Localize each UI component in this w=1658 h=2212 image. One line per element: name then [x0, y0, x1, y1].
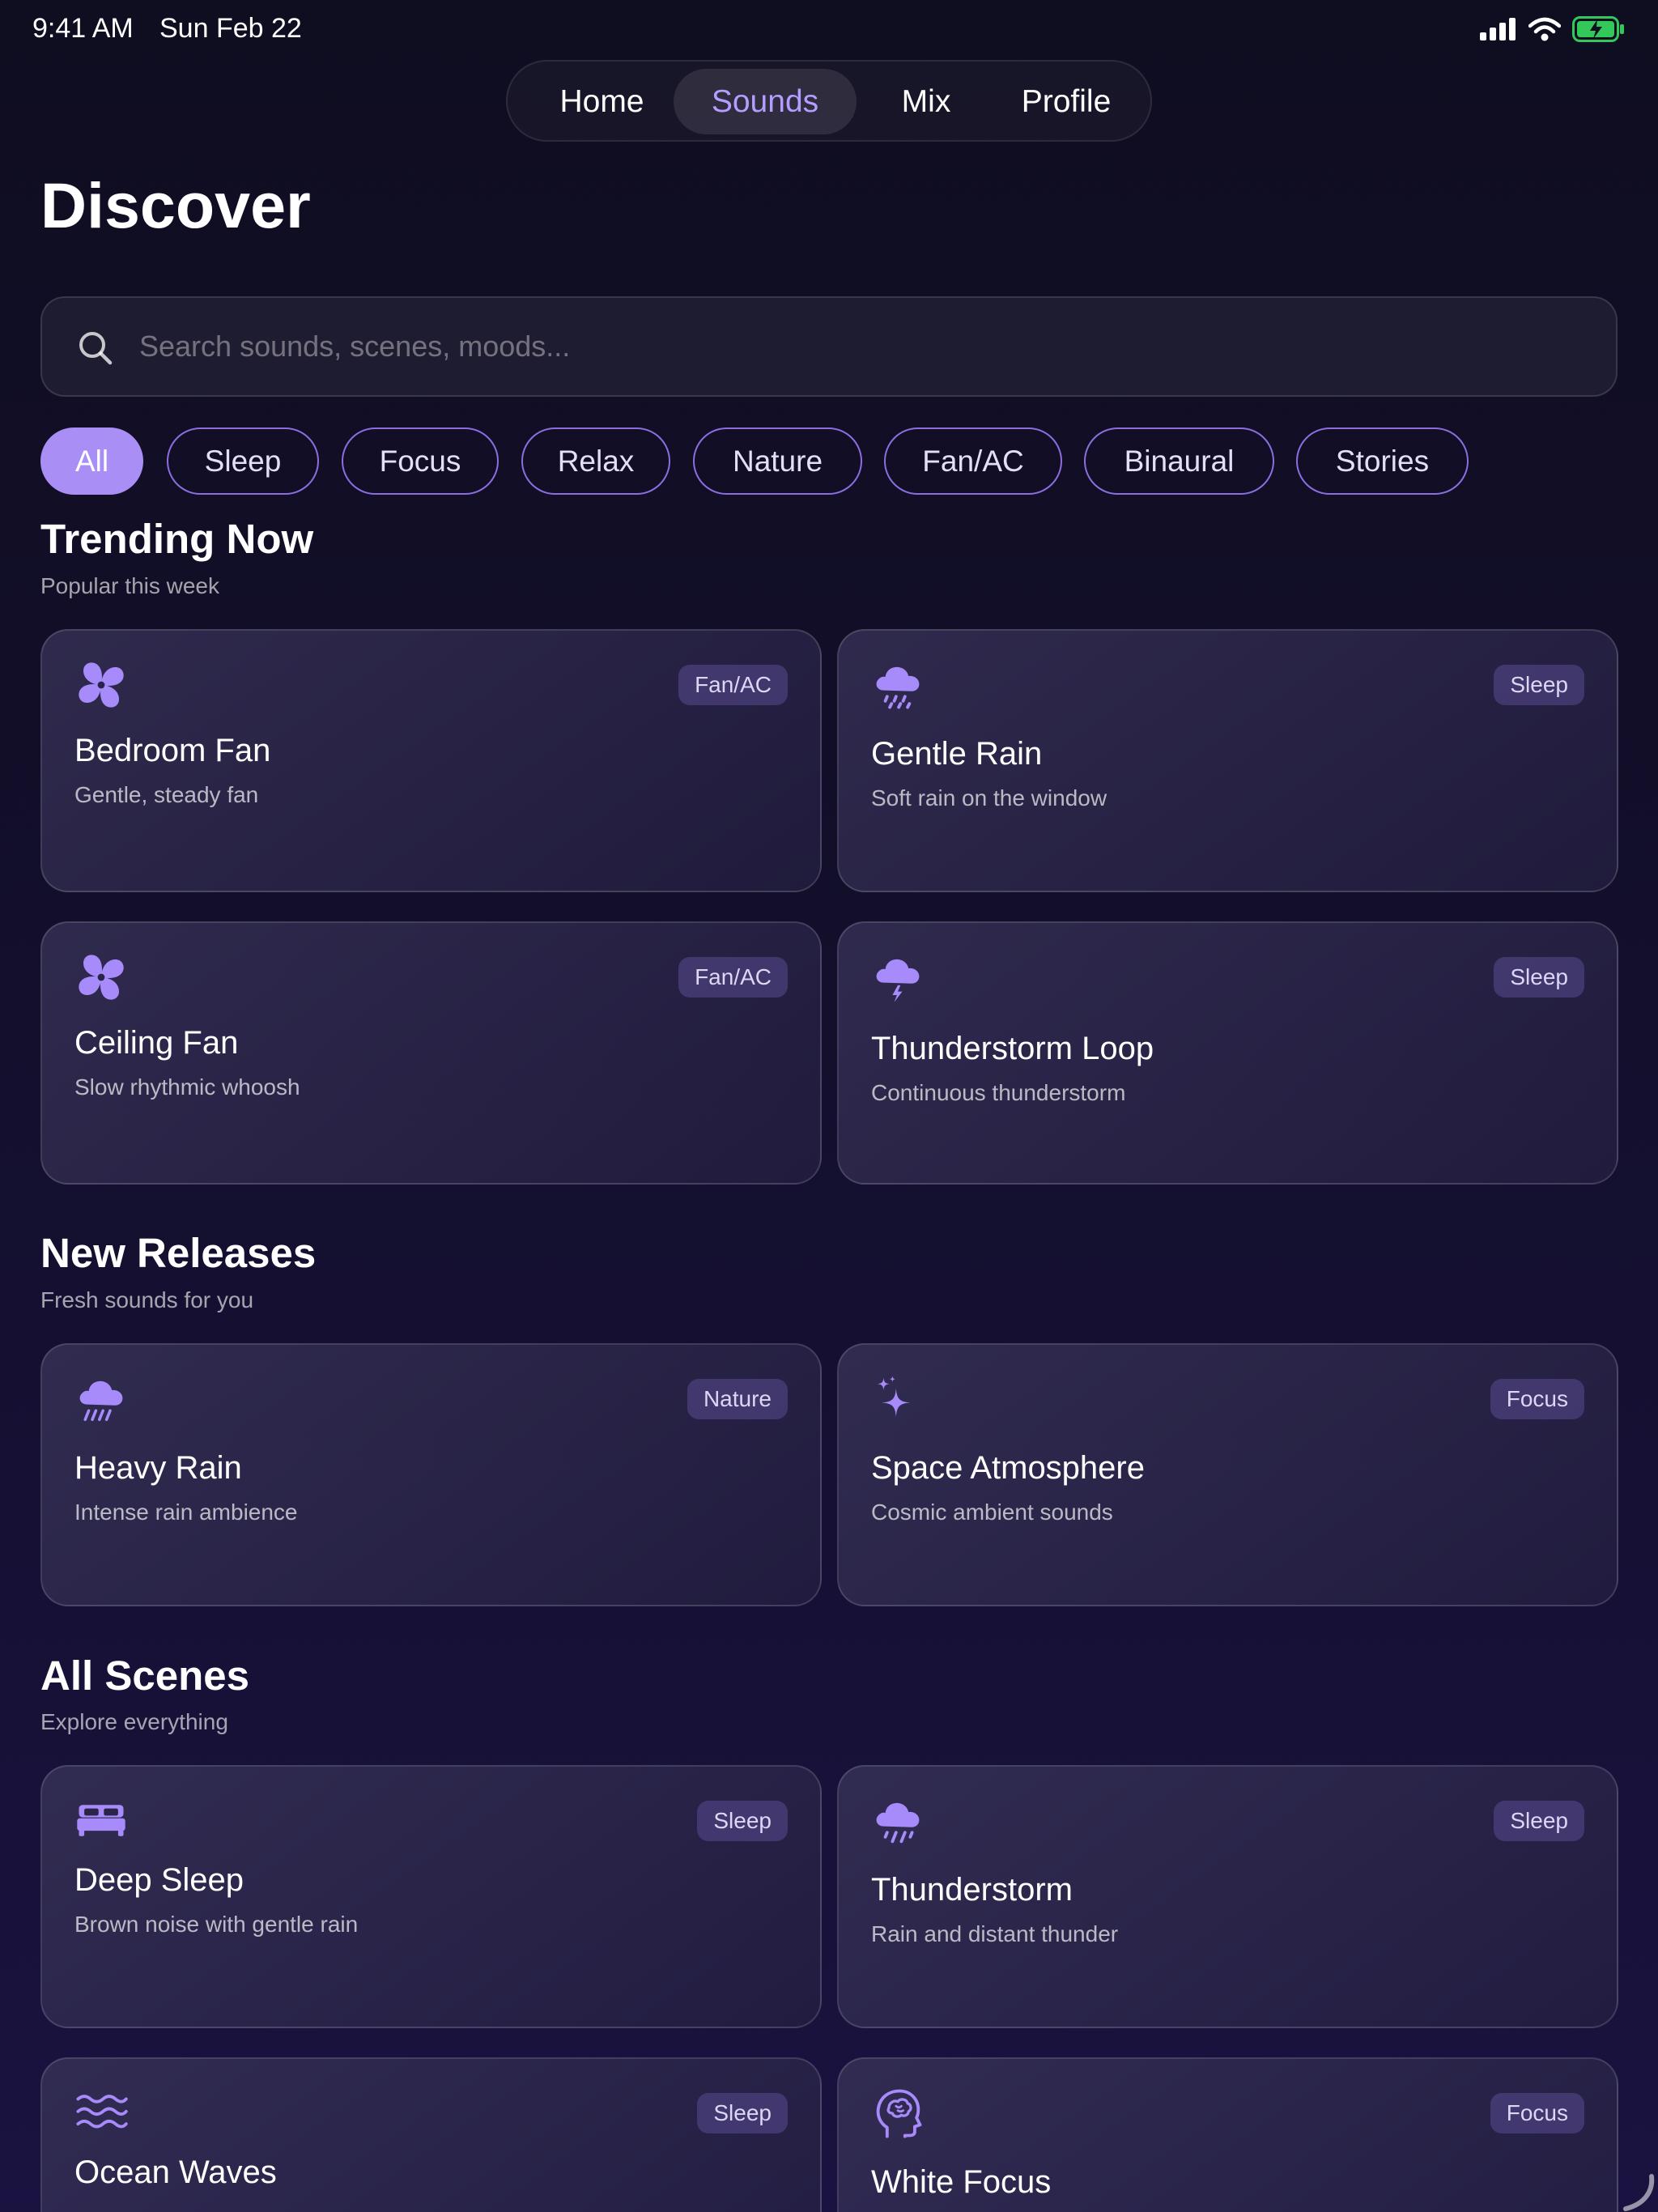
category-badge: Fan/AC — [678, 957, 788, 998]
filter-chip-focus[interactable]: Focus — [342, 428, 499, 495]
card-title: White Focus — [871, 2164, 1052, 2200]
card-title: Ocean Waves — [74, 2155, 277, 2190]
filter-chip-binaural[interactable]: Binaural — [1084, 428, 1274, 495]
page-title: Discover — [40, 169, 311, 241]
section-title-new-releases: New Releases — [40, 1230, 317, 1276]
status-bar: 9:41 AM Sun Feb 22 — [0, 0, 1658, 58]
category-badge: Focus — [1490, 1379, 1584, 1419]
card-subtitle: Rain and distant thunder — [871, 1921, 1119, 1946]
card-subtitle: Brown noise with gentle rain — [74, 1912, 359, 1937]
card-title: Gentle Rain — [871, 736, 1043, 772]
card-title: Bedroom Fan — [74, 733, 271, 768]
sparkles-icon — [877, 1376, 911, 1417]
sound-card-thunderstorm[interactable]: Sleep Thunderstorm Rain and distant thun… — [837, 1765, 1618, 2028]
section-title-all-scenes: All Scenes — [40, 1653, 249, 1699]
card-subtitle: Slow rhythmic whoosh — [74, 1074, 300, 1100]
cellular-signal-icon — [1480, 18, 1516, 40]
section-subtitle-trending: Popular this week — [40, 573, 220, 598]
sound-card-gentle-rain[interactable]: Sleep Gentle Rain Soft rain on the windo… — [837, 629, 1618, 892]
card-title: Heavy Rain — [74, 1450, 242, 1486]
waves-icon — [76, 2095, 128, 2129]
sound-card-thunderstorm-loop[interactable]: Sleep Thunderstorm Loop Continuous thund… — [837, 921, 1618, 1185]
bed-icon — [77, 1805, 125, 1836]
card-title: Thunderstorm Loop — [871, 1031, 1154, 1066]
category-badge: Sleep — [1494, 1801, 1584, 1841]
brain-head-icon — [876, 2089, 922, 2138]
status-date: Sun Feb 22 — [159, 13, 302, 44]
card-title: Deep Sleep — [74, 1862, 244, 1898]
filter-chip-fan-ac[interactable]: Fan/AC — [884, 428, 1062, 495]
filter-chip-nature[interactable]: Nature — [693, 428, 862, 495]
card-title: Ceiling Fan — [74, 1025, 239, 1061]
fan-icon — [79, 662, 124, 708]
card-subtitle: Cosmic ambient sounds — [871, 1499, 1113, 1525]
sound-card-ceiling-fan[interactable]: Fan/AC Ceiling Fan Slow rhythmic whoosh — [40, 921, 822, 1185]
category-badge: Sleep — [1494, 665, 1584, 705]
search-bar[interactable] — [40, 296, 1618, 397]
battery-charging-icon — [1572, 16, 1624, 42]
rain-cloud-icon — [876, 666, 920, 709]
tab-mix[interactable]: Mix — [871, 69, 981, 134]
status-icons — [1480, 16, 1626, 42]
card-subtitle: Intense rain ambience — [74, 1499, 298, 1525]
rain-cloud-icon — [876, 1802, 920, 1844]
card-subtitle: Continuous thunderstorm — [871, 1080, 1126, 1105]
sound-card-white-focus[interactable]: Focus White Focus — [837, 2057, 1618, 2212]
category-badge: Sleep — [697, 2093, 788, 2133]
sound-card-ocean-waves[interactable]: Sleep Ocean Waves — [40, 2057, 822, 2212]
filter-chip-relax[interactable]: Relax — [521, 428, 670, 495]
category-badge: Sleep — [697, 1801, 788, 1841]
category-badge: Sleep — [1494, 957, 1584, 998]
sound-card-heavy-rain[interactable]: Nature Heavy Rain Intense rain ambience — [40, 1343, 822, 1606]
loading-spinner-icon — [1623, 2174, 1655, 2211]
category-badge: Fan/AC — [678, 665, 788, 705]
sound-card-space-atmosphere[interactable]: Focus Space Atmosphere Cosmic ambient so… — [837, 1343, 1618, 1606]
section-subtitle-new-releases: Fresh sounds for you — [40, 1287, 254, 1312]
heavy-rain-icon — [79, 1380, 123, 1422]
sound-card-deep-sleep[interactable]: Sleep Deep Sleep Brown noise with gentle… — [40, 1765, 822, 2028]
tab-home[interactable]: Home — [521, 69, 682, 134]
wifi-icon — [1528, 17, 1561, 41]
category-badge: Nature — [687, 1379, 788, 1419]
fan-icon — [79, 955, 124, 1000]
card-title: Space Atmosphere — [871, 1450, 1145, 1486]
sound-card-bedroom-fan[interactable]: Fan/AC Bedroom Fan Gentle, steady fan — [40, 629, 822, 892]
card-title: Thunderstorm — [871, 1872, 1073, 1908]
search-input[interactable] — [139, 298, 1580, 395]
section-title-trending: Trending Now — [40, 516, 314, 562]
tab-profile[interactable]: Profile — [993, 69, 1139, 134]
tab-sounds[interactable]: Sounds — [674, 69, 857, 134]
status-time: 9:41 AM — [32, 13, 134, 44]
category-badge: Focus — [1490, 2093, 1584, 2133]
thunder-cloud-icon — [876, 959, 920, 1002]
filter-chip-all[interactable]: All — [40, 428, 143, 495]
search-icon — [79, 332, 113, 365]
card-subtitle: Soft rain on the window — [871, 785, 1107, 810]
top-nav: Home Sounds Mix Profile — [506, 60, 1152, 142]
section-subtitle-all-scenes: Explore everything — [40, 1709, 228, 1734]
filter-chip-stories[interactable]: Stories — [1296, 428, 1469, 495]
filter-chip-sleep[interactable]: Sleep — [167, 428, 319, 495]
card-subtitle: Gentle, steady fan — [74, 782, 259, 807]
